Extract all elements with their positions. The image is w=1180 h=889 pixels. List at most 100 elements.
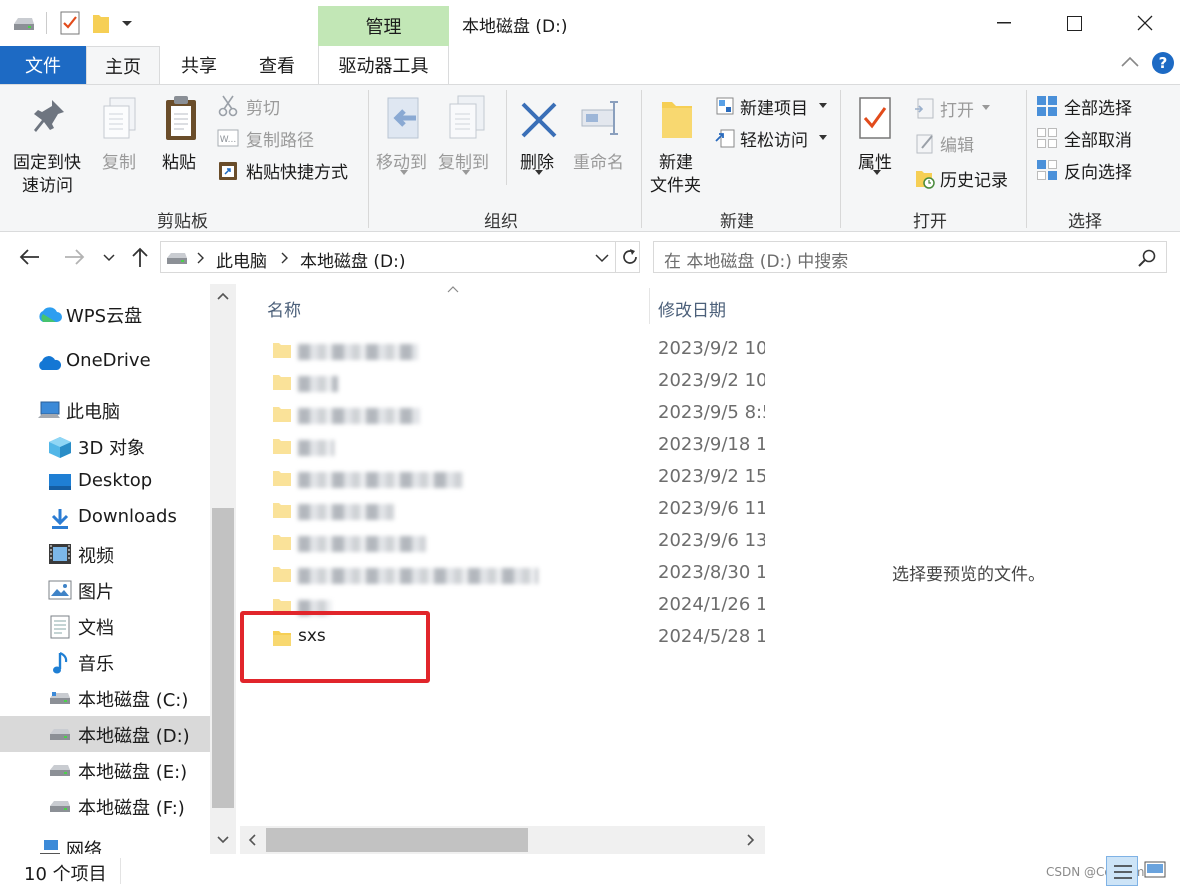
sidebar-item-documents[interactable]: 文档 [0, 608, 210, 644]
pin-quick-access-button[interactable]: 固定到快 速访问 [10, 90, 88, 200]
table-row[interactable]: 2023/9/6 13 [262, 526, 767, 558]
delete-button[interactable]: 删除 [514, 90, 564, 180]
chevron-down-icon [217, 836, 229, 844]
divider [120, 858, 121, 884]
item-count: 10 个项目 [24, 864, 107, 885]
collapse-ribbon-button[interactable] [1121, 56, 1139, 68]
sidebar-item-wps-cloud[interactable]: WPS云盘 [0, 296, 210, 332]
sidebar-item-label: Desktop [78, 470, 153, 491]
tab-share[interactable]: 共享 [160, 46, 238, 84]
invert-selection-button[interactable]: 反向选择 [1034, 158, 1144, 183]
sidebar-item-3d-objects[interactable]: 3D 对象 [0, 428, 210, 464]
sidebar-item-label: 视频 [78, 546, 114, 567]
select-group-label: 选择 [1068, 212, 1102, 232]
tab-drive-tools[interactable]: 驱动器工具 [318, 46, 449, 84]
tab-home[interactable]: 主页 [86, 46, 160, 85]
recent-locations-button[interactable] [103, 254, 115, 262]
computer-icon [38, 401, 60, 418]
drive-icon[interactable] [12, 14, 36, 32]
copy-to-button[interactable]: 复制到 [434, 90, 496, 180]
sidebar-scrollbar[interactable] [210, 284, 236, 854]
paste-button[interactable]: 粘贴 [156, 90, 208, 180]
new-folder-label-line1: 新建 [659, 153, 693, 173]
table-row[interactable]: 2023/9/6 11 [262, 494, 767, 526]
sidebar-item-label: 本地磁盘 (D:) [78, 726, 190, 747]
copy-path-button[interactable]: W... 复制路径 [216, 126, 356, 151]
sidebar-item-this-pc[interactable]: 此电脑 [0, 392, 210, 428]
column-header-date[interactable]: 修改日期 [658, 296, 726, 321]
paste-label: 粘贴 [162, 153, 196, 173]
minimize-button[interactable] [969, 0, 1039, 46]
video-icon [49, 544, 71, 564]
sidebar-item-drive-c[interactable]: 本地磁盘 (C:) [0, 680, 210, 716]
easy-access-button[interactable]: 轻松访问 [712, 126, 832, 151]
rename-button[interactable]: 重命名 [570, 90, 632, 180]
copy-label: 复制 [102, 153, 136, 173]
cloud-icon [39, 307, 62, 322]
close-button[interactable] [1110, 0, 1180, 46]
copy-button[interactable]: 复制 [96, 90, 144, 180]
history-button[interactable]: 历史记录 [912, 166, 1027, 191]
maximize-icon [1066, 15, 1082, 31]
table-row[interactable]: 2023/9/5 8:5 [262, 398, 774, 430]
up-button[interactable] [131, 246, 149, 268]
new-folder-button[interactable]: 新建 文件夹 [646, 90, 710, 200]
large-icons-view-button[interactable] [1143, 860, 1169, 884]
sidebar-item-drive-e[interactable]: 本地磁盘 (E:) [0, 752, 210, 788]
table-row[interactable]: 2023/9/18 1 [262, 430, 767, 462]
sidebar-item-label: 3D 对象 [78, 438, 146, 459]
redacted-filename [298, 344, 418, 360]
cut-button[interactable]: 剪切 [216, 94, 356, 119]
select-all-button[interactable]: 全部选择 [1034, 94, 1144, 119]
sidebar-item-onedrive[interactable]: OneDrive [0, 344, 210, 380]
breadcrumb-this-pc[interactable]: 此电脑 [216, 247, 267, 272]
sidebar-item-desktop[interactable]: Desktop [0, 464, 210, 500]
table-row[interactable]: 2023/9/2 10 [262, 366, 767, 398]
sidebar-item-videos[interactable]: 视频 [0, 536, 210, 572]
sidebar-item-downloads[interactable]: Downloads [0, 500, 210, 536]
chevron-left-icon [248, 834, 256, 846]
column-header-name[interactable]: 名称 [267, 296, 301, 321]
new-item-button[interactable]: 新建项目 [712, 94, 832, 119]
properties-icon[interactable] [60, 11, 80, 35]
table-row[interactable]: 2023/8/30 1 [262, 558, 767, 590]
row-date: 2024/5/28 1 [658, 626, 768, 647]
preview-empty-message: 选择要预览的文件。 [892, 565, 1045, 585]
chevron-down-icon[interactable] [121, 18, 133, 28]
address-bar[interactable]: 此电脑 本地磁盘 (D:) [160, 241, 640, 273]
breadcrumb-drive-d[interactable]: 本地磁盘 (D:) [300, 247, 406, 272]
scrollbar-thumb[interactable] [212, 508, 234, 808]
table-row[interactable]: 2023/9/2 15 [262, 462, 767, 494]
table-row[interactable]: 2023/9/2 10 [262, 334, 767, 366]
pin-label-line1: 固定到快 [13, 153, 81, 173]
tab-file[interactable]: 文件 [0, 46, 86, 84]
open-label: 打开 [940, 101, 974, 121]
scrollbar-thumb[interactable] [266, 828, 528, 852]
open-button[interactable]: 打开 [912, 96, 1012, 121]
back-button[interactable] [18, 248, 40, 266]
edit-button[interactable]: 编辑 [912, 131, 1012, 156]
new-folder-icon[interactable] [92, 12, 110, 34]
sidebar-item-drive-d[interactable]: 本地磁盘 (D:) [0, 716, 210, 752]
sidebar-item-pictures[interactable]: 图片 [0, 572, 210, 608]
divider [46, 12, 47, 34]
select-none-label: 全部取消 [1064, 131, 1132, 151]
refresh-icon [623, 249, 637, 264]
horizontal-scrollbar[interactable] [240, 826, 765, 854]
details-view-button[interactable] [1106, 856, 1138, 886]
maximize-button[interactable] [1039, 0, 1109, 46]
help-button[interactable]: ? [1152, 52, 1174, 74]
paste-shortcut-label: 粘贴快捷方式 [246, 163, 348, 183]
properties-button[interactable]: 属性 [850, 90, 904, 185]
sidebar-item-music[interactable]: 音乐 [0, 644, 210, 680]
paste-shortcut-button[interactable]: 粘贴快捷方式 [216, 158, 361, 183]
sidebar-item-network[interactable]: 网络 [0, 834, 210, 854]
document-icon [50, 615, 70, 639]
select-none-button[interactable]: 全部取消 [1034, 126, 1144, 151]
tab-view[interactable]: 查看 [238, 46, 316, 84]
search-input[interactable]: 在 本地磁盘 (D:) 中搜索 [664, 247, 848, 272]
forward-button[interactable] [64, 248, 86, 266]
sidebar-item-drive-f[interactable]: 本地磁盘 (F:) [0, 788, 210, 824]
move-to-button[interactable]: 移动到 [372, 90, 434, 180]
search-box[interactable]: 在 本地磁盘 (D:) 中搜索 [653, 241, 1167, 273]
